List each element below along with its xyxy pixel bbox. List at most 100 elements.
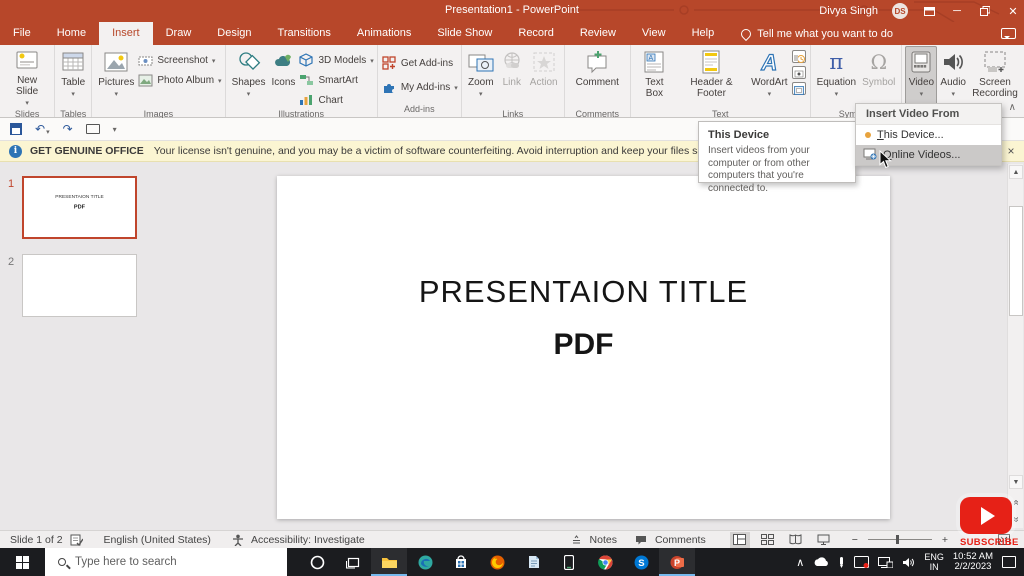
tab-draw[interactable]: Draw (153, 22, 205, 45)
tab-design[interactable]: Design (204, 22, 264, 45)
onedrive-icon[interactable] (813, 557, 829, 567)
date-time-button[interactable] (791, 50, 806, 63)
scroll-down-icon[interactable]: ▼ (1009, 475, 1023, 489)
zoom-out-icon[interactable]: − (852, 534, 858, 546)
tab-animations[interactable]: Animations (344, 22, 424, 45)
redo-button[interactable]: ↷ (63, 122, 73, 136)
shapes-button[interactable]: Shapes ▾ (229, 46, 269, 108)
firefox-button[interactable] (479, 548, 515, 576)
wordart-button[interactable]: A WordArt ▾ (748, 46, 791, 108)
zoom-in-icon[interactable]: + (942, 534, 948, 546)
restore-button[interactable] (978, 4, 992, 18)
slide-number-button[interactable] (791, 66, 806, 79)
tooltip-title: This Device (708, 129, 770, 141)
warning-close-icon[interactable]: × (1004, 144, 1018, 158)
video-button[interactable]: Video ▾ (905, 46, 938, 108)
screenshot-button[interactable]: Screenshot ▾ (137, 52, 221, 68)
reading-view-button[interactable] (786, 532, 806, 548)
action-center-icon[interactable] (1002, 556, 1016, 568)
language-indicator[interactable]: ENG IN (924, 552, 944, 572)
subscribe-label[interactable]: SUBSCRIBE (960, 537, 1019, 548)
chrome-button[interactable] (587, 548, 623, 576)
screen-recording-button[interactable]: Screen Recording (969, 46, 1021, 108)
minimize-button[interactable]: ─ (950, 4, 964, 18)
zoom-button[interactable]: Zoom ▾ (465, 46, 497, 108)
youtube-play-icon[interactable] (960, 497, 1012, 534)
accessibility-icon[interactable] (232, 534, 244, 546)
new-slide-button[interactable]: New Slide ▾ (3, 46, 51, 108)
tab-insert[interactable]: Insert (99, 22, 153, 45)
collapse-ribbon-icon[interactable]: ∧ (1009, 102, 1016, 113)
cortana-button[interactable] (299, 548, 335, 576)
edge-button[interactable] (407, 548, 443, 576)
scroll-up-icon[interactable]: ▲ (1009, 165, 1023, 179)
tab-review[interactable]: Review (567, 22, 629, 45)
pictures-button[interactable]: Pictures ▾ (95, 46, 137, 108)
zoom-slider[interactable] (867, 535, 932, 544)
slide-canvas[interactable]: PRESENTAION TITLE PDF (277, 176, 890, 519)
close-button[interactable]: ✕ (1006, 4, 1020, 18)
teamviewer-icon[interactable] (854, 556, 870, 568)
tray-chevron-icon[interactable]: ∧ (796, 556, 804, 569)
chart-button[interactable]: Chart (298, 92, 373, 108)
shapes-icon (236, 49, 262, 75)
store-button[interactable] (443, 548, 479, 576)
zoom-slider-knob[interactable] (895, 535, 899, 544)
comments-bubble-icon[interactable] (1001, 28, 1016, 39)
audio-button[interactable]: Audio ▾ (937, 46, 969, 108)
slide-thumbnail-2[interactable] (22, 254, 137, 317)
my-add-ins-button[interactable]: My Add-ins ▾ (381, 79, 458, 95)
task-view-button[interactable] (335, 548, 371, 576)
slide-subtitle-text[interactable]: PDF (277, 328, 890, 362)
comment-button[interactable]: Comment (568, 46, 627, 108)
comments-button[interactable]: Comments (655, 534, 706, 546)
photo-album-button[interactable]: Photo Album ▾ (137, 72, 222, 88)
slide-title-text[interactable]: PRESENTAION TITLE (277, 274, 890, 310)
notepad-button[interactable] (515, 548, 551, 576)
tab-transitions[interactable]: Transitions (265, 22, 344, 45)
3d-models-button[interactable]: 3D Models ▾ (298, 52, 374, 68)
start-button[interactable] (0, 548, 45, 576)
network-display-icon[interactable] (878, 556, 894, 568)
volume-icon[interactable] (902, 557, 915, 568)
tab-help[interactable]: Help (679, 22, 728, 45)
save-button[interactable] (10, 123, 22, 135)
start-from-beginning-button[interactable] (85, 124, 100, 134)
your-phone-button[interactable] (551, 548, 587, 576)
table-button[interactable]: Table ▾ (58, 46, 88, 108)
text-box-button[interactable]: A Text Box (634, 46, 675, 108)
language-status[interactable]: English (United States) (104, 534, 211, 546)
vertical-scrollbar[interactable]: ▲ ▼ « » (1007, 164, 1023, 528)
get-add-ins-button[interactable]: Get Add-ins (381, 55, 458, 71)
ribbon-display-options-icon[interactable] (922, 4, 936, 18)
clock[interactable]: 10:52 AM 2/2/2023 (953, 552, 993, 572)
slide-thumbnail-1[interactable]: PRESENTAION TITLE PDF (22, 176, 137, 239)
undo-button[interactable]: ↶ ▾ (35, 122, 50, 136)
header-footer-button[interactable]: Header & Footer (675, 46, 748, 108)
taskbar-search-box[interactable]: Type here to search (45, 548, 287, 576)
menu-item-this-device[interactable]: This Device... (856, 125, 1001, 145)
tab-view[interactable]: View (629, 22, 679, 45)
spellcheck-icon[interactable] (70, 534, 83, 546)
tab-slide-show[interactable]: Slide Show (424, 22, 505, 45)
pen-icon[interactable] (838, 556, 845, 569)
user-avatar[interactable]: DS (892, 3, 908, 19)
file-explorer-button[interactable] (371, 548, 407, 576)
accessibility-status[interactable]: Accessibility: Investigate (251, 534, 365, 546)
tab-file[interactable]: File (0, 22, 44, 45)
slide-show-view-button[interactable] (814, 532, 834, 548)
notes-button[interactable]: Notes (590, 534, 617, 546)
powerpoint-button[interactable]: P (659, 548, 695, 576)
smartart-button[interactable]: SmartArt (298, 72, 373, 88)
scrollbar-thumb[interactable] (1009, 206, 1023, 316)
tell-me-box[interactable]: Tell me what you want to do (739, 22, 893, 45)
equation-button[interactable]: π Equation ▾ (814, 46, 859, 108)
skype-button[interactable]: S (623, 548, 659, 576)
customize-qat-icon[interactable]: ▾ (113, 125, 117, 134)
tab-home[interactable]: Home (44, 22, 99, 45)
normal-view-button[interactable] (729, 531, 750, 548)
icons-button[interactable]: Icons (268, 46, 298, 108)
object-button[interactable] (791, 82, 806, 95)
tab-record[interactable]: Record (505, 22, 566, 45)
slide-sorter-view-button[interactable] (758, 532, 778, 548)
